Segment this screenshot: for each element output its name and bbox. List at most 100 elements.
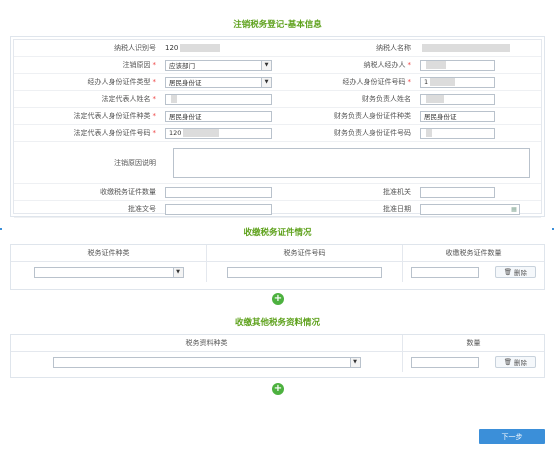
label-handler: 纳税人经办人 *: [275, 57, 417, 74]
required-mark: *: [152, 112, 157, 120]
legal-rep-name-cell: [162, 91, 275, 108]
handler-input[interactable]: [420, 59, 495, 71]
handler-id-no-cell: 1: [417, 74, 541, 91]
redacted-block: [183, 129, 220, 137]
label-text: 注销原因说明: [114, 158, 156, 167]
cert-type-select[interactable]: ▼: [33, 266, 184, 278]
label-text: 纳税人经办人: [363, 61, 406, 69]
approval-org-cell: [417, 184, 541, 201]
handler-id-no-value: 1: [424, 78, 429, 86]
chevron-down-icon: ▼: [261, 60, 271, 70]
approval-doc-input[interactable]: [165, 203, 272, 215]
header-cert-type: 税务证件种类: [11, 245, 207, 261]
header-cert-count: 收缴税务证件数量: [445, 249, 502, 257]
add-row-button[interactable]: +: [272, 293, 284, 305]
handler-id-type-value: 居民身份证: [169, 79, 202, 87]
materials-table: 税务资料种类 数量 ▼ 🗑 删除: [10, 334, 545, 378]
finance-id-type-input[interactable]: 居民身份证: [420, 110, 495, 122]
label-taxpayer-id: 纳税人识别号: [14, 40, 162, 57]
label-cert-count: 收缴税务证件数量: [14, 184, 162, 201]
chevron-down-icon: ▼: [172, 267, 183, 277]
finance-id-type-value: 居民身份证: [424, 113, 457, 121]
delete-button[interactable]: 🗑 删除: [494, 356, 537, 368]
title-certificates: 收缴税务证件情况: [243, 228, 312, 238]
label-text: 批准文号: [128, 205, 156, 213]
material-count-action-cell: 🗑 删除: [403, 352, 544, 372]
label-text: 收缴税务证件数量: [100, 188, 156, 196]
reason-desc-cell: [162, 142, 541, 184]
plus-circle-icon: +: [273, 383, 283, 394]
cert-count-input[interactable]: [165, 186, 272, 198]
trash-icon: 🗑: [503, 358, 513, 366]
reason-desc-textarea[interactable]: [173, 147, 530, 178]
finance-id-type-cell: 居民身份证: [417, 108, 541, 125]
reason-select-cell: 应该部门 ▼: [162, 57, 275, 74]
required-mark: *: [152, 129, 157, 137]
label-legal-rep-id-no: 法定代表人身份证件号码 *: [14, 125, 162, 142]
table-row: ▼ 🗑 删除: [11, 352, 544, 372]
plus-circle-icon: +: [273, 293, 283, 304]
reason-select[interactable]: 应该部门 ▼: [165, 59, 272, 71]
legal-rep-id-no-input[interactable]: 120: [165, 127, 272, 139]
finance-name-input[interactable]: [420, 93, 495, 105]
legal-rep-id-no-value: 120: [169, 129, 182, 137]
materials-table-header: 税务资料种类 数量: [11, 335, 544, 352]
next-button[interactable]: 下一步: [479, 429, 545, 444]
delete-button[interactable]: 🗑 删除: [494, 266, 537, 278]
label-finance-id-no: 财务负责人身份证件号码: [275, 125, 417, 142]
redacted-block: [426, 129, 432, 137]
label-text: 财务负责人身份证件号码: [334, 129, 411, 137]
certificates-table-header: 税务证件种类 税务证件号码 收缴税务证件数量: [11, 245, 544, 262]
label-text: 财务负责人身份证件种类: [334, 112, 411, 120]
legal-rep-name-input[interactable]: [165, 93, 272, 105]
cert-no-input[interactable]: [227, 266, 382, 278]
chevron-down-icon: ▼: [261, 77, 271, 87]
label-handler-id-no: 经办人身份证件号码 *: [275, 74, 417, 91]
legal-rep-id-type-value: 居民身份证: [169, 113, 202, 121]
header-material-count: 数量: [466, 339, 481, 347]
redacted-block: [426, 61, 446, 69]
cert-count-row-input[interactable]: [410, 266, 479, 278]
required-mark: *: [152, 95, 157, 103]
value-taxpayer-id: 120: [162, 40, 275, 57]
calendar-icon[interactable]: ▦: [509, 205, 519, 214]
header-cert-no: 税务证件号码: [207, 245, 403, 261]
cert-count-cell: [162, 184, 275, 201]
basic-info-form: 纳税人识别号 120 纳税人名称 注销原因 * 应该部门 ▼ 纳税人经办人 * 经办人…: [10, 36, 545, 218]
material-count-input[interactable]: [410, 356, 479, 368]
redacted-block: [422, 44, 510, 52]
delete-label: 删除: [514, 359, 528, 367]
material-type-select[interactable]: ▼: [52, 356, 361, 368]
left-edge-marker: [0, 228, 2, 230]
redacted-block: [426, 95, 444, 103]
label-text: 纳税人识别号: [114, 44, 156, 52]
handler-id-type-select[interactable]: 居民身份证 ▼: [165, 76, 272, 88]
approval-org-input[interactable]: [420, 186, 495, 198]
reason-select-value: 应该部门: [169, 62, 195, 70]
handler-id-no-input[interactable]: 1: [420, 76, 495, 88]
handler-input-cell: [417, 57, 541, 74]
label-text: 法定代表人身份证件号码: [73, 129, 151, 137]
approval-doc-cell: [162, 201, 275, 218]
label-text: 批准日期: [383, 205, 411, 213]
label-legal-rep-name: 法定代表人姓名 *: [14, 91, 162, 108]
chevron-down-icon: ▼: [349, 357, 360, 367]
legal-rep-id-type-cell: 居民身份证: [162, 108, 275, 125]
finance-id-no-input[interactable]: [420, 127, 495, 139]
legal-rep-id-type-input[interactable]: 居民身份证: [165, 110, 272, 122]
cert-type-cell: ▼: [11, 262, 207, 282]
label-reason-desc: 注销原因说明: [14, 142, 162, 184]
label-approval-org: 批准机关: [275, 184, 417, 201]
label-text: 经办人身份证件号码: [342, 78, 406, 86]
required-mark: *: [152, 78, 157, 86]
required-mark: *: [407, 78, 412, 86]
redacted-block: [430, 78, 456, 86]
add-row-button[interactable]: +: [272, 383, 284, 395]
approval-date-cell: ▦: [417, 201, 541, 218]
approval-date-input[interactable]: ▦: [420, 203, 520, 215]
legal-rep-id-no-cell: 120: [162, 125, 275, 142]
label-approval-date: 批准日期: [275, 201, 417, 218]
redacted-block: [171, 95, 177, 103]
label-text: 法定代表人姓名: [101, 95, 151, 103]
label-text: 注销原因: [122, 61, 151, 69]
